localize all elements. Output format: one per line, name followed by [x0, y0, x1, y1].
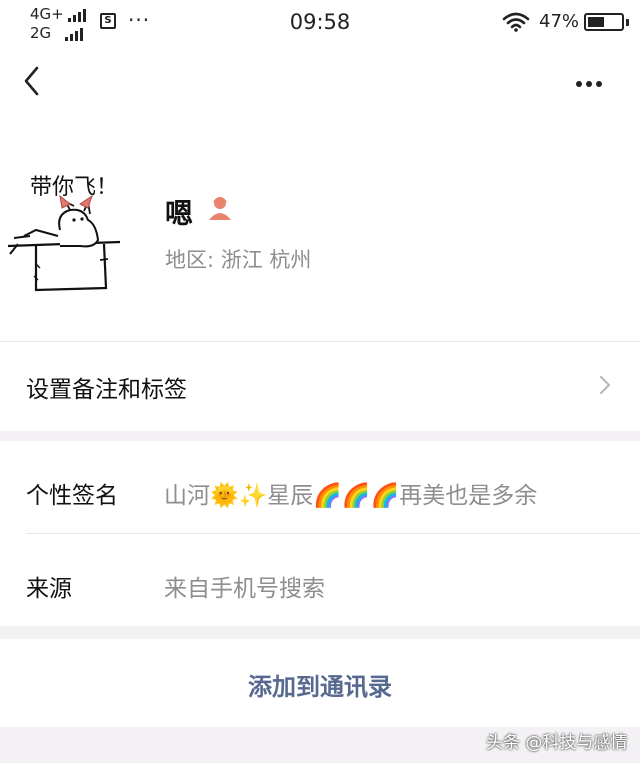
battery-fill — [588, 17, 604, 27]
signature-row: 个性签名 山河🌞✨星辰🌈🌈🌈再美也是多余 — [0, 441, 640, 533]
more-dots-icon[interactable] — [576, 72, 616, 88]
add-contact-button[interactable]: 添加到通讯录 — [0, 639, 640, 727]
set-remark-row[interactable]: 设置备注和标签 — [0, 342, 640, 430]
chevron-right-icon — [600, 376, 610, 394]
avatar-caption: 带你飞！ — [30, 175, 118, 200]
battery-percent: 47% — [539, 11, 580, 32]
signature-label: 个性签名 — [26, 483, 118, 509]
battery-icon — [584, 13, 629, 31]
info-card: 个性签名 山河🌞✨星辰🌈🌈🌈再美也是多余 来源 来自手机号搜索 — [0, 441, 640, 626]
source-value: 来自手机号搜索 — [164, 576, 325, 602]
status-bar: 4G+ 2G S ··· 09:58 47% — [0, 0, 640, 44]
region-text: 地区: 浙江 杭州 — [165, 248, 312, 272]
add-contact-label: 添加到通讯录 — [248, 673, 392, 701]
wifi-icon — [502, 12, 530, 32]
profile-card: 带你飞！ 嗯 地区: 浙江 杭州 设置备注和标签 — [0, 44, 640, 431]
profile-name: 嗯 — [165, 197, 194, 230]
signature-value: 山河🌞✨星辰🌈🌈🌈再美也是多余 — [164, 483, 538, 509]
set-remark-label: 设置备注和标签 — [26, 377, 187, 403]
watermark: 头条 @科技与感情 — [486, 733, 628, 753]
battery-nub — [626, 19, 629, 26]
source-label: 来源 — [26, 576, 72, 602]
chevron-left-icon[interactable] — [18, 64, 48, 98]
source-row: 来源 来自手机号搜索 — [0, 534, 640, 626]
avatar[interactable]: 带你飞！ — [0, 164, 136, 294]
female-user-icon — [209, 197, 231, 220]
